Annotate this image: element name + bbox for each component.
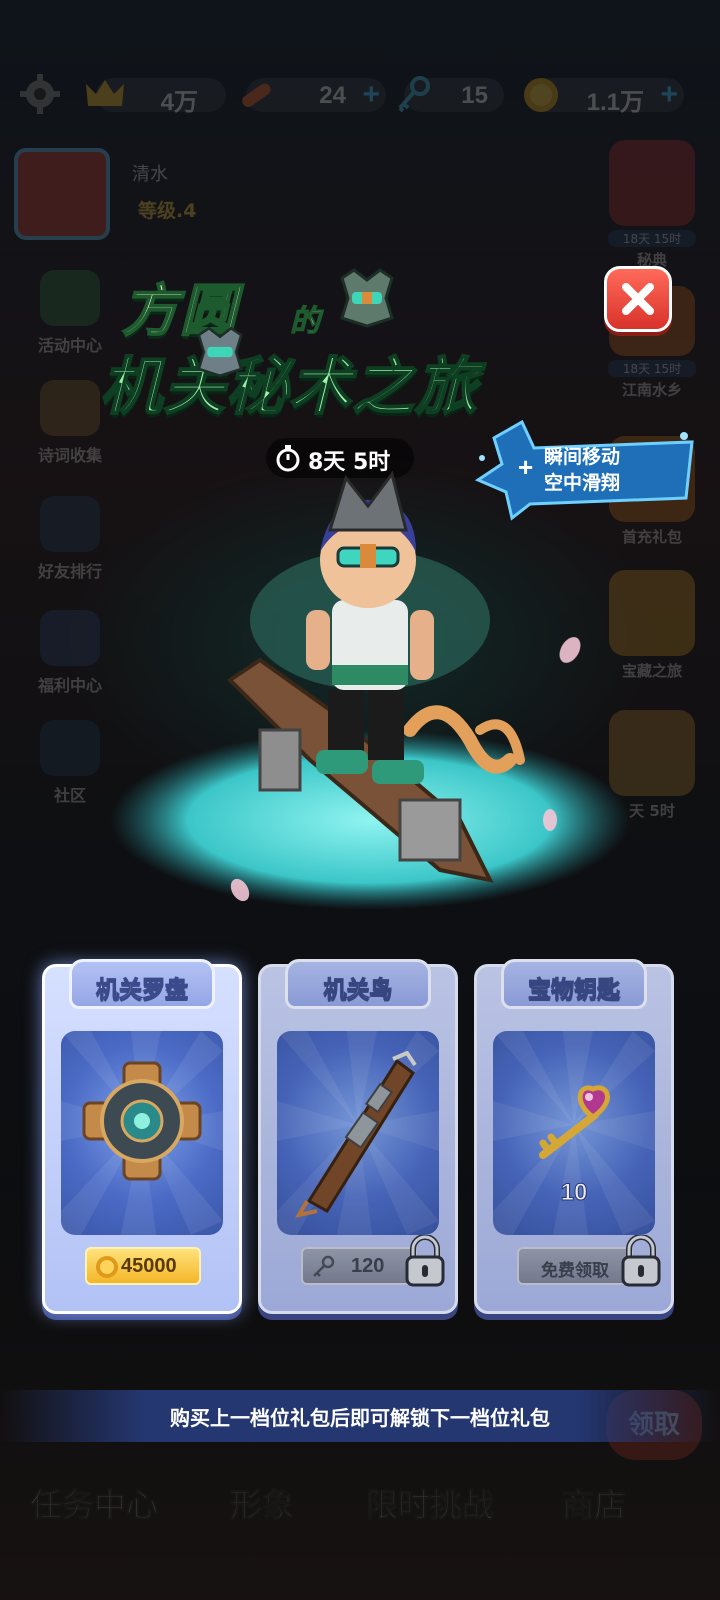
key-icon — [313, 1255, 335, 1277]
lock-icon — [621, 1235, 661, 1287]
card-title: 机关罗盘 — [96, 977, 189, 1004]
price-tag[interactable]: 45000 — [85, 1247, 201, 1285]
card-art — [61, 1031, 223, 1235]
unlock-hint-text: 购买上一档位礼包后即可解锁下一档位礼包 — [170, 1406, 550, 1430]
close-button[interactable] — [604, 266, 672, 332]
compass-icon — [82, 1061, 202, 1181]
unlock-hint-bar: 购买上一档位礼包后即可解锁下一档位礼包 — [0, 1390, 720, 1442]
title-connector: 的 — [290, 304, 321, 340]
mech-bird-board-icon — [295, 1051, 417, 1218]
free-claim-button-locked: 免费领取 — [517, 1247, 633, 1285]
card-title-tab: 机关罗盘 — [69, 959, 215, 1009]
price-tag-locked: 120 — [301, 1247, 417, 1285]
reward-card-mech-bird[interactable]: 机关鸟 120 — [258, 959, 458, 1314]
title-line-2: 机关秘术之旅 — [99, 349, 479, 424]
card-title-tab: 宝物钥匙 — [501, 959, 647, 1009]
price-value: 120 — [351, 1255, 385, 1277]
coin-icon — [96, 1256, 118, 1278]
item-quantity: 10 — [560, 1179, 588, 1207]
mask-emblem-icon — [340, 268, 394, 328]
card-art: 10 — [493, 1031, 655, 1235]
close-icon — [622, 283, 654, 315]
mask-emblem-small-icon — [197, 326, 243, 378]
lock-icon — [405, 1235, 445, 1287]
reward-card-compass[interactable]: 机关罗盘 45000 — [42, 959, 242, 1314]
event-title: 方圆 的 机关秘术之旅 — [99, 262, 600, 424]
heart-key-icon — [539, 1085, 610, 1159]
card-title: 宝物钥匙 — [528, 977, 621, 1004]
card-title: 机关鸟 — [323, 977, 393, 1004]
card-art — [277, 1031, 439, 1235]
reward-card-treasure-key[interactable]: 宝物钥匙 10 免费领取 — [474, 959, 674, 1314]
character-on-hoverboard — [110, 470, 630, 910]
card-title-tab: 机关鸟 — [285, 959, 431, 1009]
free-claim-label: 免费领取 — [541, 1261, 609, 1281]
price-value: 45000 — [121, 1255, 177, 1277]
